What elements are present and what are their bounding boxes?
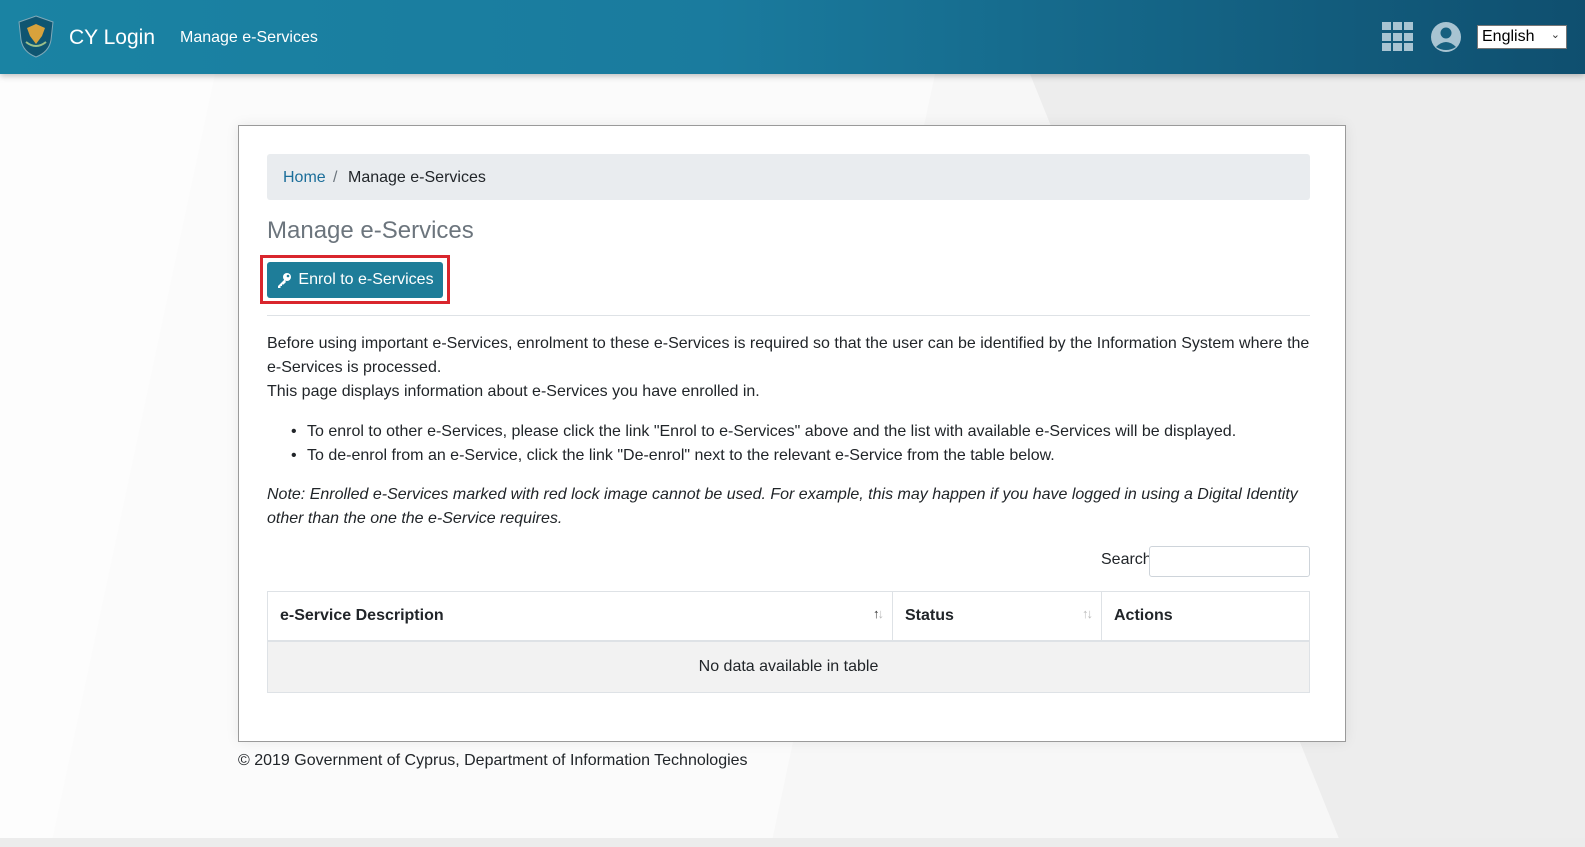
eservices-table: e-Service Description ↑↓ Status ↑↓ Actio… bbox=[267, 591, 1310, 693]
language-select[interactable]: English ⌄ bbox=[1477, 25, 1567, 49]
column-header-label: Status bbox=[905, 607, 954, 624]
list-item-text: To de-enrol from an e-Service, click the… bbox=[307, 447, 1055, 464]
language-select-value: English bbox=[1482, 28, 1535, 45]
list-item-text: To enrol to other e-Services, please cli… bbox=[307, 423, 1237, 440]
bullet-icon: • bbox=[291, 447, 297, 464]
intro-text-2: This page displays information about e-S… bbox=[267, 383, 760, 400]
sort-icon[interactable]: ↑↓ bbox=[873, 606, 884, 621]
breadcrumb: Home / Manage e-Services bbox=[267, 154, 1310, 200]
breadcrumb-home-link[interactable]: Home bbox=[283, 169, 326, 187]
enrol-eservices-button[interactable]: Enrol to e-Services bbox=[267, 262, 443, 298]
column-header-label: Actions bbox=[1114, 607, 1173, 624]
footer-copyright: © 2019 Government of Cyprus, Department … bbox=[238, 752, 748, 769]
bullet-icon: • bbox=[291, 423, 297, 440]
chevron-down-icon: ⌄ bbox=[1550, 29, 1560, 41]
key-icon bbox=[278, 273, 292, 288]
user-avatar-icon[interactable] bbox=[1430, 21, 1462, 53]
column-header-label: e-Service Description bbox=[280, 607, 444, 624]
column-header-status[interactable]: Status ↑↓ bbox=[892, 591, 1102, 642]
search-input[interactable] bbox=[1149, 546, 1310, 577]
column-header-description[interactable]: e-Service Description ↑↓ bbox=[267, 591, 893, 642]
apps-grid-icon[interactable] bbox=[1382, 22, 1414, 52]
empty-table-message: No data available in table bbox=[267, 640, 1310, 693]
cyprus-emblem-icon[interactable] bbox=[15, 14, 57, 58]
enrol-button-label: Enrol to e-Services bbox=[298, 271, 434, 288]
table-header-row: e-Service Description ↑↓ Status ↑↓ Actio… bbox=[267, 591, 1310, 642]
breadcrumb-current: Manage e-Services bbox=[348, 169, 486, 186]
brand-title[interactable]: CY Login bbox=[69, 26, 155, 50]
search-label: Search: bbox=[1101, 551, 1157, 568]
breadcrumb-separator: / bbox=[333, 169, 338, 186]
table-row: No data available in table bbox=[267, 640, 1310, 693]
top-navbar: CY Login Manage e-Services English ⌄ bbox=[0, 0, 1585, 74]
list-item: • To enrol to other e-Services, please cl… bbox=[267, 420, 1317, 444]
bottom-strip bbox=[0, 838, 1585, 847]
instructions-list: • To enrol to other e-Services, please cl… bbox=[267, 420, 1317, 468]
list-item: • To de-enrol from an e-Service, click th… bbox=[267, 444, 1317, 468]
intro-text: Before using important e-Services, enrol… bbox=[267, 335, 1310, 376]
page-title: Manage e-Services bbox=[267, 217, 474, 244]
nav-manage-eservices[interactable]: Manage e-Services bbox=[180, 29, 318, 47]
main-card: Home / Manage e-Services Manage e-Servic… bbox=[238, 125, 1346, 742]
divider bbox=[267, 315, 1310, 316]
sort-icon[interactable]: ↑↓ bbox=[1082, 606, 1093, 621]
note-text: Note: Enrolled e-Services marked with re… bbox=[267, 486, 1298, 527]
column-header-actions: Actions bbox=[1101, 591, 1310, 642]
